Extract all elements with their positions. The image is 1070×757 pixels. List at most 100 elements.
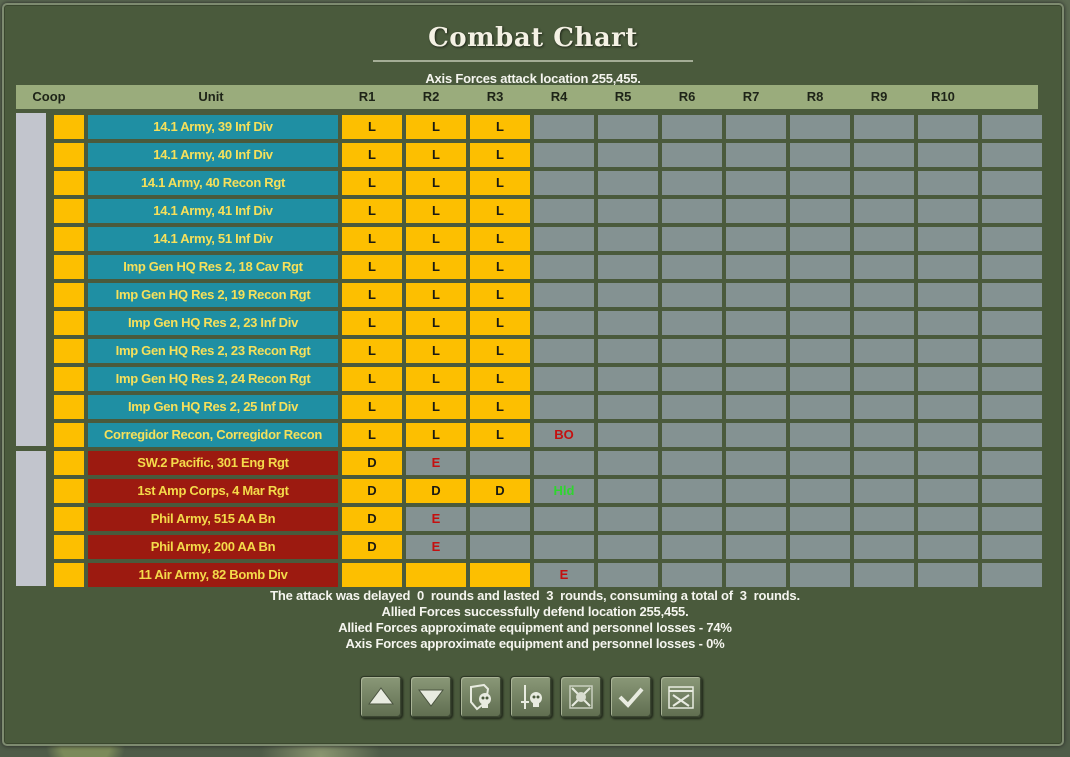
- combat-chart-button[interactable]: [660, 676, 702, 718]
- round-9-cell: [854, 143, 914, 167]
- round-7-cell: [726, 255, 786, 279]
- unit-name[interactable]: SW.2 Pacific, 301 Eng Rgt: [88, 451, 338, 475]
- coop-checkbox[interactable]: [54, 143, 84, 167]
- header-r1: R1: [358, 89, 376, 104]
- unit-name[interactable]: Imp Gen HQ Res 2, 23 Recon Rgt: [88, 339, 338, 363]
- unit-name[interactable]: Corregidor Recon, Corregidor Recon: [88, 423, 338, 447]
- checkmark-icon: [618, 687, 644, 708]
- unit-name[interactable]: Imp Gen HQ Res 2, 18 Cav Rgt: [88, 255, 338, 279]
- unit-name[interactable]: 14.1 Army, 40 Inf Div: [88, 143, 338, 167]
- header-coop: Coop: [32, 89, 66, 104]
- round-4-cell: Hld: [534, 479, 594, 503]
- unit-name[interactable]: 14.1 Army, 39 Inf Div: [88, 115, 338, 139]
- header-r5: R5: [614, 89, 632, 104]
- round-5-cell: [598, 339, 658, 363]
- round-8-cell: [790, 143, 850, 167]
- attack-summary: Axis Forces attack location 255,455.: [425, 71, 641, 86]
- coop-checkbox[interactable]: [54, 535, 84, 559]
- dialog-title: Combat Chart: [428, 23, 638, 53]
- round-3-cell: L: [470, 255, 530, 279]
- round-5-cell: [598, 479, 658, 503]
- round-6-cell: [662, 339, 722, 363]
- unit-name[interactable]: Imp Gen HQ Res 2, 25 Inf Div: [88, 395, 338, 419]
- round-8-cell: [790, 479, 850, 503]
- coop-checkbox[interactable]: [54, 367, 84, 391]
- ok-button[interactable]: [610, 676, 652, 718]
- unit-name[interactable]: Imp Gen HQ Res 2, 23 Inf Div: [88, 311, 338, 335]
- round-extra-cell: [982, 199, 1042, 223]
- arrow-up-icon: [368, 687, 394, 705]
- round-6-cell: [662, 115, 722, 139]
- round-4-cell: [534, 143, 594, 167]
- defender-losses-button[interactable]: [460, 676, 502, 718]
- round-2-cell: L: [406, 283, 466, 307]
- round-7-cell: [726, 395, 786, 419]
- coop-checkbox[interactable]: [54, 507, 84, 531]
- round-2-cell: L: [406, 311, 466, 335]
- round-10-cell: [918, 283, 978, 307]
- round-1-cell: L: [342, 199, 402, 223]
- coop-checkbox[interactable]: [54, 227, 84, 251]
- coop-checkbox[interactable]: [54, 171, 84, 195]
- round-4-cell: [534, 227, 594, 251]
- round-3-cell: L: [470, 367, 530, 391]
- round-9-cell: [854, 171, 914, 195]
- coop-checkbox[interactable]: [54, 311, 84, 335]
- round-extra-cell: [982, 227, 1042, 251]
- round-8-cell: [790, 535, 850, 559]
- round-6-cell: [662, 535, 722, 559]
- round-10-cell: [918, 395, 978, 419]
- round-8-cell: [790, 227, 850, 251]
- round-extra-cell: [982, 451, 1042, 475]
- unit-name[interactable]: Phil Army, 200 AA Bn: [88, 535, 338, 559]
- unit-name[interactable]: Imp Gen HQ Res 2, 24 Recon Rgt: [88, 367, 338, 391]
- round-2-cell: L: [406, 227, 466, 251]
- title-divider: [373, 60, 693, 62]
- coop-checkbox[interactable]: [54, 479, 84, 503]
- round-8-cell: [790, 367, 850, 391]
- coop-checkbox[interactable]: [54, 451, 84, 475]
- coop-checkbox[interactable]: [54, 115, 84, 139]
- round-5-cell: [598, 507, 658, 531]
- round-3-cell: L: [470, 199, 530, 223]
- round-1-cell: L: [342, 339, 402, 363]
- coop-checkbox[interactable]: [54, 199, 84, 223]
- round-extra-cell: [982, 423, 1042, 447]
- unit-name[interactable]: 14.1 Army, 51 Inf Div: [88, 227, 338, 251]
- unit-name[interactable]: 1st Amp Corps, 4 Mar Rgt: [88, 479, 338, 503]
- round-10-cell: [918, 171, 978, 195]
- coop-checkbox[interactable]: [54, 423, 84, 447]
- unit-name[interactable]: Phil Army, 515 AA Bn: [88, 507, 338, 531]
- crossed-swords-x-icon: [569, 685, 593, 709]
- round-4-cell: [534, 115, 594, 139]
- cancel-combat-button[interactable]: [560, 676, 602, 718]
- scroll-up-button[interactable]: [360, 676, 402, 718]
- sword-skull-icon: [521, 685, 542, 709]
- round-8-cell: [790, 395, 850, 419]
- unit-name[interactable]: 14.1 Army, 41 Inf Div: [88, 199, 338, 223]
- unit-name[interactable]: Imp Gen HQ Res 2, 19 Recon Rgt: [88, 283, 338, 307]
- round-1-cell: [342, 563, 402, 587]
- coop-checkbox[interactable]: [54, 339, 84, 363]
- header-r4: R4: [550, 89, 568, 104]
- coop-checkbox[interactable]: [54, 255, 84, 279]
- round-2-cell: E: [406, 507, 466, 531]
- round-5-cell: [598, 171, 658, 195]
- attacker-losses-button[interactable]: [510, 676, 552, 718]
- round-5-cell: [598, 535, 658, 559]
- round-10-cell: [918, 507, 978, 531]
- unit-name[interactable]: 14.1 Army, 40 Recon Rgt: [88, 171, 338, 195]
- round-7-cell: [726, 339, 786, 363]
- round-1-cell: L: [342, 227, 402, 251]
- round-6-cell: [662, 255, 722, 279]
- header-r7: R7: [742, 89, 760, 104]
- round-8-cell: [790, 563, 850, 587]
- round-9-cell: [854, 507, 914, 531]
- round-7-cell: [726, 143, 786, 167]
- coop-checkbox[interactable]: [54, 563, 84, 587]
- coop-checkbox[interactable]: [54, 283, 84, 307]
- scroll-down-button[interactable]: [410, 676, 452, 718]
- coop-checkbox[interactable]: [54, 395, 84, 419]
- unit-name[interactable]: 11 Air Army, 82 Bomb Div: [88, 563, 338, 587]
- round-9-cell: [854, 479, 914, 503]
